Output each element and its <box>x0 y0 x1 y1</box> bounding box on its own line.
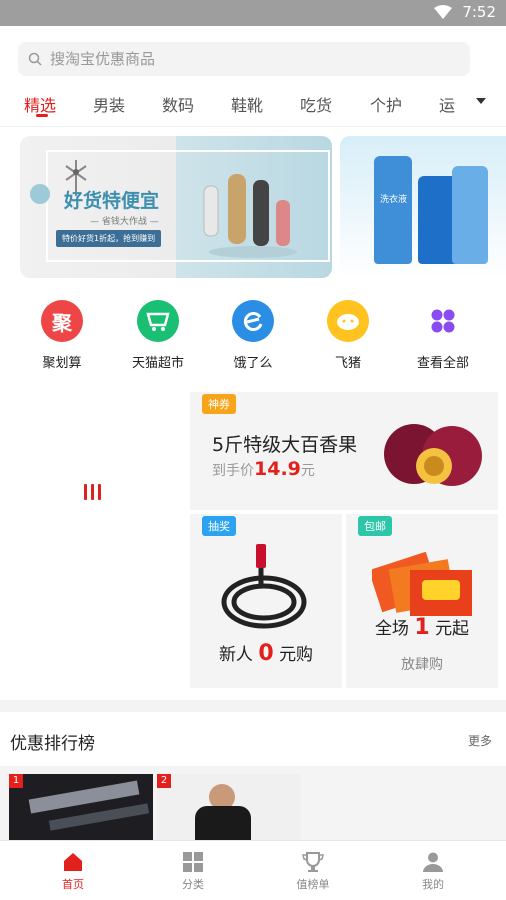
ranking-more-link[interactable]: 更多 <box>468 732 492 749</box>
wifi-icon <box>434 5 453 19</box>
tab-digital[interactable]: 数码 <box>162 92 194 116</box>
section-gap <box>0 700 506 712</box>
juhuasuan-icon: 聚 <box>41 300 83 342</box>
quick-nav-view-all[interactable]: 查看全部 <box>398 300 488 371</box>
quick-nav-label: 天猫超市 <box>131 356 184 371</box>
quick-nav-label: 饿了么 <box>233 356 273 371</box>
usb-cable-image <box>221 544 307 629</box>
banner-subtitle: — 省钱大作战 — <box>90 217 159 227</box>
title-prefix: 新人 <box>218 645 253 665</box>
status-bar: 7:52 <box>0 0 506 26</box>
decor-ball <box>30 184 50 204</box>
nav-category[interactable]: 分类 <box>153 851 233 892</box>
quick-nav-label: 飞猪 <box>334 356 361 371</box>
tab-shoes[interactable]: 鞋靴 <box>231 92 263 116</box>
free-shipping-badge: 包邮 <box>358 516 392 536</box>
loading-indicator <box>84 484 101 500</box>
bottom-nav: 首页 分类 值榜单 我的 <box>0 840 506 900</box>
title-number: 1 <box>414 615 430 640</box>
tab-food[interactable]: 吃货 <box>300 92 332 116</box>
detergent-label: 洗衣液 <box>380 195 408 205</box>
rank-badge: 1 <box>9 774 23 788</box>
quick-nav-label: 聚划算 <box>42 356 82 371</box>
banner-title: 好货特便宜 <box>64 190 160 212</box>
nav-label: 我的 <box>422 878 444 891</box>
price-prefix: 到手价 <box>212 463 254 479</box>
cart-icon <box>137 300 179 342</box>
nav-ranking[interactable]: 值榜单 <box>273 851 353 892</box>
passion-fruit-image <box>384 424 482 486</box>
divider <box>0 126 506 127</box>
banner-tag: 特价好货1折起，抢到赚到 <box>56 230 162 247</box>
promo-title: 5斤特级大百香果 <box>212 434 358 456</box>
lottery-badge: 抽奖 <box>202 516 236 536</box>
active-tab-indicator <box>36 114 48 117</box>
home-icon <box>33 851 113 873</box>
price-unit: 元 <box>300 463 315 479</box>
hoodie-image <box>195 806 251 840</box>
promo-card-passion-fruit[interactable]: 神券 5斤特级大百香果 到手价14.9元 <box>190 392 498 510</box>
tab-menswear[interactable]: 男装 <box>93 92 125 116</box>
shaver-product-image <box>203 174 297 258</box>
search-icon <box>28 52 42 66</box>
category-tabs: 精选 男装 数码 鞋靴 吃货 个护 运动 <box>0 84 506 124</box>
coupon-badge: 神券 <box>202 394 236 414</box>
grid-icon <box>153 851 233 873</box>
price-value: 14.9 <box>254 458 301 480</box>
rank-badge: 2 <box>157 774 171 788</box>
promo-title: 新人 0 元购 <box>190 640 342 666</box>
promo-card-new-user[interactable]: 抽奖 新人 0 元购 <box>190 514 342 688</box>
nav-profile[interactable]: 我的 <box>393 851 473 892</box>
title-prefix: 全场 <box>374 619 409 639</box>
title-suffix: 元购 <box>279 645 314 665</box>
search-input[interactable] <box>50 50 430 68</box>
title-number: 0 <box>258 641 274 666</box>
tabs-overflow-fade <box>456 84 506 124</box>
tab-featured[interactable]: 精选 <box>24 92 56 116</box>
detergent-bottle-3 <box>452 166 488 264</box>
trophy-icon <box>273 851 353 873</box>
grid-icon <box>422 300 464 342</box>
quick-nav-juhuasuan[interactable]: 聚 聚划算 <box>17 300 107 371</box>
promo-title: 全场 1 元起 <box>346 614 498 640</box>
ranking-title: 优惠排行榜 <box>10 734 95 754</box>
ranking-strip: 1 2 <box>0 766 506 840</box>
promo-card-one-yuan[interactable]: 包邮 全场 1 元起 放肆购 <box>346 514 498 688</box>
ranking-item[interactable]: 2 <box>157 774 301 840</box>
chevron-down-icon[interactable] <box>476 98 486 104</box>
promo-area: 神券 5斤特级大百香果 到手价14.9元 抽奖 新人 0 元购 包邮 全场 1 … <box>0 388 506 694</box>
nav-label: 值榜单 <box>296 878 330 891</box>
detergent-bottle-1 <box>374 156 412 264</box>
status-time: 7:52 <box>462 3 496 21</box>
ranking-item[interactable]: 1 <box>9 774 153 840</box>
banner-slide-1[interactable]: 好货特便宜 — 省钱大作战 — 特价好货1折起，抢到赚到 <box>20 136 332 278</box>
title-suffix: 元起 <box>435 619 470 639</box>
fliggy-pig-icon <box>327 300 369 342</box>
quick-nav-tmall-market[interactable]: 天猫超市 <box>113 300 203 371</box>
user-icon <box>393 851 473 873</box>
nav-label: 分类 <box>182 878 204 891</box>
eleme-icon <box>232 300 274 342</box>
nav-home[interactable]: 首页 <box>33 851 113 892</box>
banner-slide-2[interactable]: 洗衣液 <box>340 136 506 278</box>
quick-nav-eleme[interactable]: 饿了么 <box>208 300 298 371</box>
ranking-header: 优惠排行榜 更多 <box>0 712 506 766</box>
tab-personal-care[interactable]: 个护 <box>370 92 402 116</box>
promo-subtitle: 放肆购 <box>401 657 443 673</box>
status-icons: 7:52 <box>434 3 496 21</box>
nav-label: 首页 <box>62 878 84 891</box>
quick-nav-fliggy[interactable]: 飞猪 <box>303 300 393 371</box>
quick-nav-label: 查看全部 <box>416 356 469 371</box>
search-bar[interactable] <box>18 42 470 76</box>
promo-price: 到手价14.9元 <box>212 458 315 480</box>
quick-nav: 聚 聚划算 天猫超市 饿了么 飞猪 查看全部 <box>0 300 506 380</box>
